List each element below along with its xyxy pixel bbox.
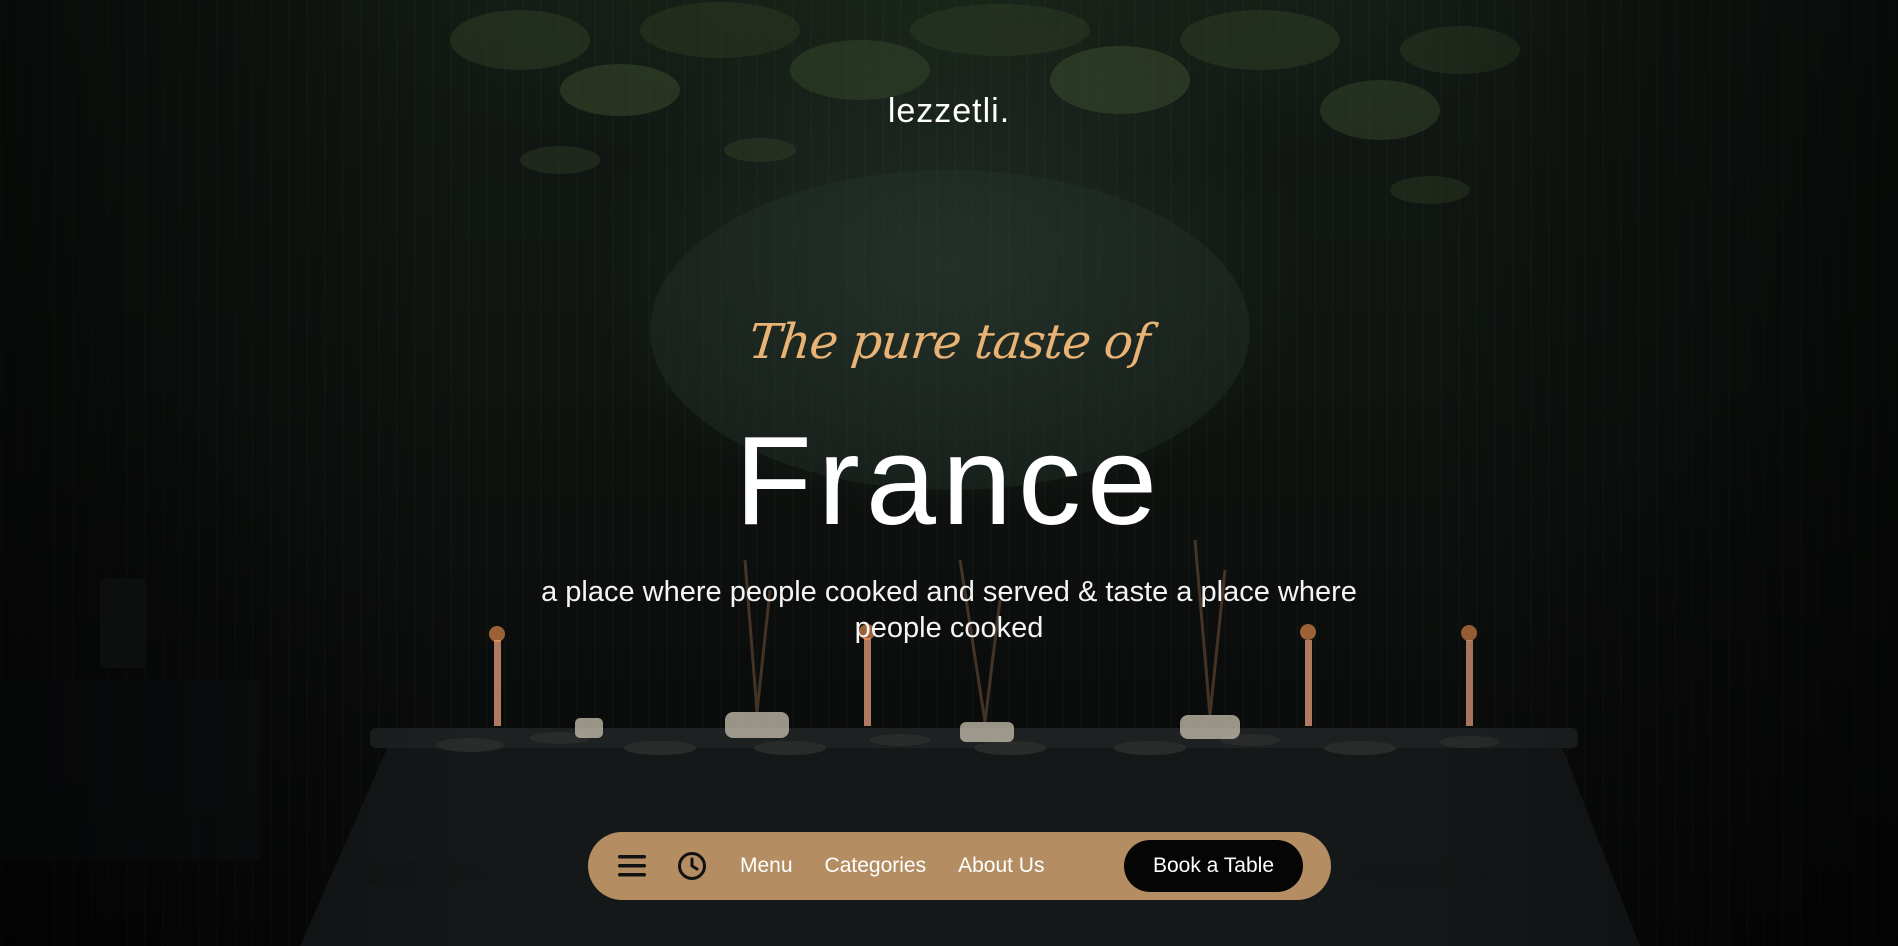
clock-icon[interactable] (674, 848, 710, 884)
hero-subtitle: a place where people cooked and served &… (541, 576, 1357, 644)
hero-section: lezzetli. The pure taste of France a pla… (0, 0, 1898, 946)
nav-link-menu[interactable]: Menu (740, 854, 793, 878)
hero-headline: France (734, 410, 1164, 551)
nav-link-about-us[interactable]: About Us (958, 854, 1044, 878)
brand-logo[interactable]: lezzetli. (0, 92, 1898, 131)
nav-link-categories[interactable]: Categories (825, 854, 927, 878)
hamburger-menu-icon[interactable] (614, 848, 650, 884)
book-table-button[interactable]: Book a Table (1124, 840, 1303, 892)
hero-tagline: The pure taste of (746, 314, 1152, 370)
bottom-navbar: Menu Categories About Us Book a Table (588, 832, 1331, 900)
